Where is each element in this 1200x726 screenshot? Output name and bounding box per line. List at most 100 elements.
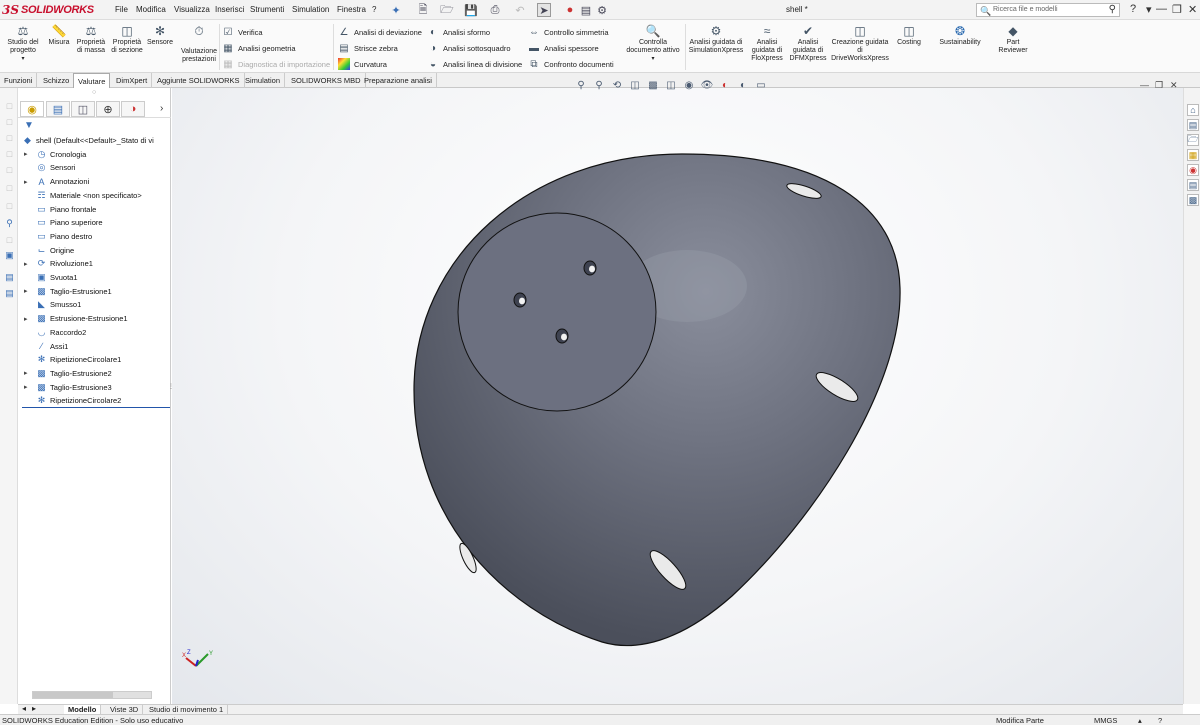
apply-scene-icon[interactable]: ◐ xyxy=(737,79,749,91)
tree-node[interactable]: ⌙ Origine xyxy=(36,244,74,257)
appearances-icon[interactable]: ◉ xyxy=(1187,164,1199,176)
tree-node[interactable]: ▸ ◷ Cronologia xyxy=(24,148,86,161)
expand-arrow-icon[interactable]: ▸ xyxy=(24,260,28,268)
restore-icon[interactable]: ❐ xyxy=(1172,3,1182,16)
expand-arrow-icon[interactable]: ▸ xyxy=(24,178,28,186)
scrollbar-thumb[interactable] xyxy=(33,692,113,698)
tab-dimxpert[interactable]: DimXpert xyxy=(112,73,153,88)
options-gear-icon[interactable]: ⚙ xyxy=(595,3,609,17)
select-arrow-icon[interactable]: ➤ xyxy=(537,3,551,17)
sensor-button[interactable]: ✻ Sensore xyxy=(146,24,174,47)
search-tool-icon[interactable]: ⚲ xyxy=(4,218,15,229)
tab-funzioni[interactable]: Funzioni xyxy=(0,73,38,88)
tree-node[interactable]: ◆ shell (Default<<Default>_Stato di vi xyxy=(22,134,154,147)
tree-node[interactable]: ◎ Sensori xyxy=(36,161,76,174)
tree-node[interactable]: ▸ ▩ Taglio-Estrusione1 xyxy=(24,285,112,298)
tab-scroll-right-icon[interactable]: ▸ xyxy=(32,704,36,713)
draft-analysis-button[interactable]: ◐ Analisi sformo xyxy=(427,26,490,38)
tree-node[interactable]: ▭ Piano frontale xyxy=(36,203,96,216)
view-palette-icon[interactable]: ▦ xyxy=(1187,149,1199,161)
layers-tool-icon[interactable]: ▤ xyxy=(4,288,15,299)
dimxpert-manager-tab-icon[interactable]: ⊕ xyxy=(96,101,120,117)
expand-arrow-icon[interactable]: ▸ xyxy=(24,287,28,295)
tab-scroll-left-icon[interactable]: ◂ xyxy=(22,704,26,713)
hide-show-items-icon[interactable]: 👁 xyxy=(701,79,714,91)
layers-tool-icon[interactable]: ▤ xyxy=(4,272,15,283)
view-settings-icon[interactable]: ▭ xyxy=(755,79,767,91)
expand-arrow-icon[interactable]: ▸ xyxy=(24,369,28,377)
rollback-bar[interactable] xyxy=(22,407,170,408)
parting-line-analysis-button[interactable]: ◒ Analisi linea di divisione xyxy=(427,58,522,70)
menu-modifica[interactable]: Modifica xyxy=(136,5,166,14)
search-icon[interactable]: ⚲ xyxy=(1109,4,1116,16)
expand-arrow-icon[interactable]: ▸ xyxy=(24,150,28,158)
tree-node[interactable]: ▭ Piano superiore xyxy=(36,216,102,229)
expand-arrow-icon[interactable]: ▸ xyxy=(24,383,28,391)
zoom-to-fit-icon[interactable]: ⚲ xyxy=(575,79,587,91)
costing-button[interactable]: ◫ Costing xyxy=(894,24,924,47)
display-manager-tab-icon[interactable]: ◑ xyxy=(121,101,145,117)
check-active-document-button[interactable]: 🔍 Controlla documento attivo ▾ xyxy=(622,24,684,63)
tree-node[interactable]: ∕ Assi1 xyxy=(36,340,69,353)
expand-arrow-icon[interactable]: ▸ xyxy=(24,315,28,323)
close-icon[interactable]: ✕ xyxy=(1188,3,1197,16)
solidworks-logo[interactable]: 3S SOLIDWORKS xyxy=(2,2,98,18)
undercut-analysis-button[interactable]: ◑ Analisi sottosquadro xyxy=(427,42,511,54)
curvature-button[interactable]: Curvatura xyxy=(338,58,387,70)
property-manager-tab-icon[interactable]: ▤ xyxy=(46,101,70,117)
section-properties-button[interactable]: ◫ Proprietà di sezione xyxy=(110,24,144,55)
mount-hole[interactable] xyxy=(583,260,597,276)
previous-view-icon[interactable]: ⟲ xyxy=(611,79,623,91)
geometry-analysis-button[interactable]: ▦ Analisi geometria xyxy=(222,42,295,54)
tree-node[interactable]: ▸ ▩ Taglio-Estrusione2 xyxy=(24,367,112,380)
verifica-button[interactable]: ☑ Verifica xyxy=(222,26,263,38)
search-input[interactable]: 🔍 Ricerca file e modelli ⚲ xyxy=(976,3,1120,17)
menu-inserisci[interactable]: Inserisci xyxy=(215,5,244,14)
menu-visualizza[interactable]: Visualizza xyxy=(174,5,210,14)
tab-preparazione-analisi[interactable]: Preparazione analisi xyxy=(360,73,437,88)
custom-properties-icon[interactable]: ▤ xyxy=(1187,179,1199,191)
mount-hole[interactable] xyxy=(555,328,569,344)
tree-node[interactable]: ✻ RipetizioneCircolare1 xyxy=(36,353,122,366)
tab-aggiunte[interactable]: Aggiunte SOLIDWORKS xyxy=(153,73,245,88)
section-view-icon[interactable]: ◫ xyxy=(629,79,641,91)
tree-node[interactable]: ▸ A Annotazioni xyxy=(24,175,89,188)
compare-documents-button[interactable]: ⧉ Confronto documenti xyxy=(528,58,613,70)
mount-hole[interactable] xyxy=(513,292,527,308)
menu-finestra[interactable]: Finestra xyxy=(337,5,366,14)
thickness-analysis-button[interactable]: ▬ Analisi spessore xyxy=(528,42,599,54)
tree-node[interactable]: ▣ Svuota1 xyxy=(36,271,77,284)
viewport-minimize-icon[interactable]: — xyxy=(1140,80,1149,90)
edit-appearance-icon[interactable]: ◐ xyxy=(719,79,731,91)
menu-strumenti[interactable]: Strumenti xyxy=(250,5,284,14)
panel-grip-icon[interactable]: ○ xyxy=(92,89,96,96)
tree-node[interactable]: ▸ ⟳ Rivoluzione1 xyxy=(24,257,93,270)
display-style-icon[interactable]: ◉ xyxy=(683,79,695,91)
configuration-manager-tab-icon[interactable]: ◫ xyxy=(71,101,95,117)
viewport-restore-icon[interactable]: ❐ xyxy=(1155,80,1163,91)
zoom-to-area-icon[interactable]: ⚲ xyxy=(593,79,605,91)
view-tool-icon[interactable]: ▣ xyxy=(4,250,15,261)
part-reviewer-button[interactable]: ◆ Part Reviewer xyxy=(994,24,1032,55)
sustainability-button[interactable]: ❂ Sustainability xyxy=(934,24,986,47)
dfmxpress-button[interactable]: ✔ Analisi guidata di DFMXpress xyxy=(788,24,828,63)
viewport-close-icon[interactable]: ✕ xyxy=(1170,80,1178,91)
tab-schizzo[interactable]: Schizzo xyxy=(39,73,75,88)
tree-node[interactable]: ✻ RipetizioneCircolare2 xyxy=(36,394,122,407)
new-document-icon[interactable]: 🗎 xyxy=(416,3,430,17)
simulationxpress-button[interactable]: ⚙ Analisi guidata di SimulationXpress xyxy=(687,24,745,55)
panel-horizontal-scrollbar[interactable] xyxy=(32,691,152,699)
forum-icon[interactable]: ▩ xyxy=(1187,194,1199,206)
status-units[interactable]: MMGS xyxy=(1094,715,1117,726)
save-icon[interactable]: 💾 xyxy=(464,3,478,17)
top-face-circle[interactable] xyxy=(457,212,657,412)
units-dropdown-icon[interactable]: ▴ xyxy=(1138,715,1142,726)
rebuild-icon[interactable]: ● xyxy=(563,3,577,17)
zebra-stripes-button[interactable]: ▤ Strisce zebra xyxy=(338,42,398,54)
tree-node[interactable]: ▭ Piano destro xyxy=(36,230,92,243)
performance-evaluation-button[interactable]: ⏱ Valutazione prestazioni xyxy=(178,24,220,64)
file-properties-icon[interactable]: ▤ xyxy=(579,3,593,17)
deviation-analysis-button[interactable]: ∠ Analisi di deviazione xyxy=(338,26,422,38)
tab-simulation[interactable]: Simulation xyxy=(241,73,286,88)
print-icon[interactable]: ⎙ xyxy=(488,3,502,17)
